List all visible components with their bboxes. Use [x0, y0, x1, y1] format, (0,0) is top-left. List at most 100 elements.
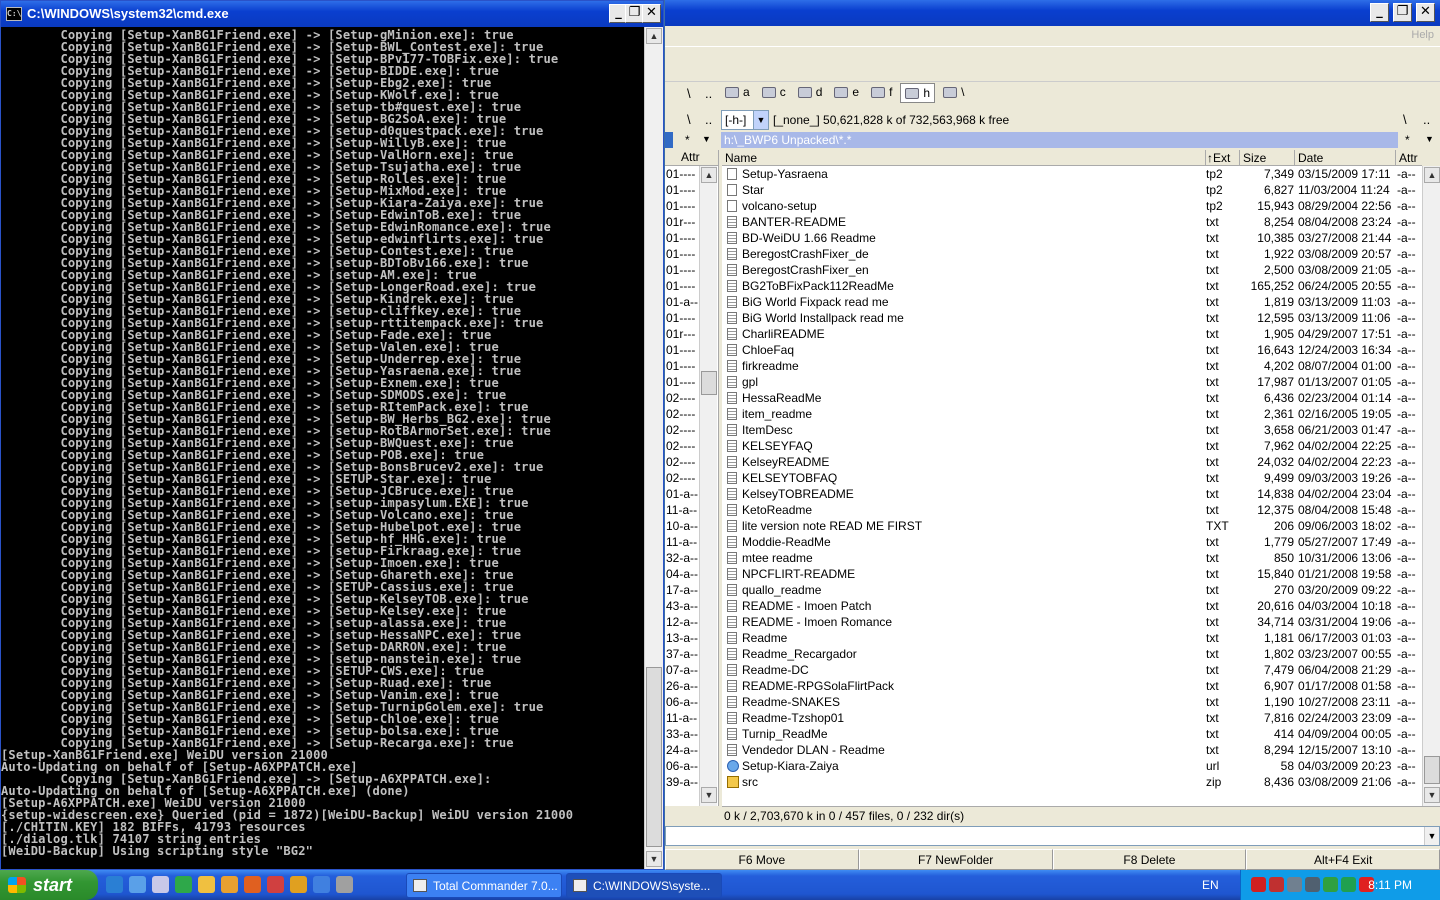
security-icon[interactable]	[1251, 877, 1266, 892]
file-row[interactable]: Readme-DC txt 7,479 06/04/2008 21:29 -a--	[722, 662, 1422, 678]
file-row[interactable]: KelseyTOBREADME txt 14,838 04/02/2004 23:04…	[722, 486, 1422, 502]
network-icon[interactable]	[1287, 877, 1302, 892]
cmd-scrollbar[interactable]: ▲ ▼	[644, 27, 663, 869]
drive-button-e[interactable]: e	[830, 83, 863, 103]
tc-maximize-button[interactable]: ❐	[1393, 3, 1412, 22]
file-row[interactable]: volcano-setup tp2 15,943 08/29/2004 22:56 -a…	[722, 198, 1422, 214]
drive-button-h[interactable]: h	[900, 83, 936, 103]
scroll-up-arrow-icon[interactable]: ▲	[701, 167, 717, 183]
fkey-button[interactable]: Alt+F4 Exit	[1246, 849, 1440, 870]
file-row[interactable]: Readme-SNAKES txt 1,190 10/27/2008 23:11 -a-…	[722, 694, 1422, 710]
file-row[interactable]: ItemDesc txt 3,658 06/21/2003 01:47 -a--	[722, 422, 1422, 438]
media-icon[interactable]	[267, 876, 284, 893]
left-filter-star[interactable]: *	[685, 133, 690, 147]
file-row[interactable]: Readme txt 1,181 06/17/2003 01:03 -a--	[722, 630, 1422, 646]
scroll-up-arrow-icon[interactable]: ▲	[1424, 167, 1440, 183]
file-row[interactable]: Moddie-ReadMe txt 1,779 05/27/2007 17:49 -a-…	[722, 534, 1422, 550]
file-row[interactable]: Star tp2 6,827 11/03/2004 11:24 -a--	[722, 182, 1422, 198]
fkey-button[interactable]: F6 Move	[665, 849, 859, 870]
file-row[interactable]: README - Imoen Romance txt 34,714 03/31/200…	[722, 614, 1422, 630]
file-row[interactable]: quallo_readme txt 270 03/20/2009 09:22 -a--	[722, 582, 1422, 598]
tc-minimize-button[interactable]: _	[1370, 3, 1389, 22]
file-row[interactable]: Setup-Yasraena tp2 7,349 03/15/2009 17:11 -a…	[722, 166, 1422, 182]
file-row[interactable]: KELSEYTOBFAQ txt 9,499 09/03/2003 19:26 -a--	[722, 470, 1422, 486]
chrome-icon[interactable]	[290, 876, 307, 893]
shield-icon[interactable]	[1341, 877, 1356, 892]
file-row[interactable]: BeregostCrashFixer_de txt 1,922 03/08/2009 …	[722, 246, 1422, 262]
file-row[interactable]: Readme_Recargador txt 1,802 03/23/2007 00:5…	[722, 646, 1422, 662]
command-line-input[interactable]: ▼	[665, 826, 1440, 846]
right-up-button[interactable]: ..	[1423, 112, 1430, 127]
file-row[interactable]: mtee readme txt 850 10/31/2006 13:06 -a--	[722, 550, 1422, 566]
col-name[interactable]: Name	[725, 151, 757, 165]
app-icon[interactable]	[175, 876, 192, 893]
file-row[interactable]: HessaReadMe txt 6,436 02/23/2004 01:14 -a--	[722, 390, 1422, 406]
file-row[interactable]: src zip 8,436 03/08/2009 21:06 -a--	[722, 774, 1422, 790]
col-ext[interactable]: ↑Ext	[1207, 151, 1230, 165]
fkey-button[interactable]: F8 Delete	[1052, 849, 1247, 870]
left-scrollbar[interactable]: ▲ ▼	[699, 166, 717, 806]
scroll-down-arrow-icon[interactable]: ▼	[1424, 787, 1440, 803]
taskbar-task-button[interactable]: Total Commander 7.0...	[406, 873, 562, 898]
taskbar-task-button[interactable]: C:\WINDOWS\syste...	[566, 873, 722, 898]
file-row[interactable]: CharliREADME txt 1,905 04/29/2007 17:51 -a--	[722, 326, 1422, 342]
scroll-down-arrow-icon[interactable]: ▼	[701, 787, 717, 803]
file-row[interactable]: KetoReadme txt 12,375 08/04/2008 15:48 -a--	[722, 502, 1422, 518]
col-attr[interactable]: Attr	[1399, 151, 1418, 165]
current-path[interactable]: h:\_BWP6 Unpacked\*.*	[721, 132, 1398, 148]
file-row[interactable]: Setup-Kiara-Zaiya url 58 04/03/2009 20:23 -a…	[722, 758, 1422, 774]
file-row[interactable]: Vendedor DLAN - Readme txt 8,294 12/15/2007…	[722, 742, 1422, 758]
drive-button-c[interactable]: c	[758, 83, 790, 103]
col-size[interactable]: Size	[1243, 151, 1266, 165]
tc-titlebar[interactable]: _ ❐ ✕	[665, 0, 1440, 26]
right-root-button[interactable]: \	[1403, 112, 1407, 127]
parent-dir-button[interactable]: ..	[705, 86, 712, 101]
explorer-icon[interactable]	[129, 876, 146, 893]
scroll-thumb[interactable]	[701, 371, 717, 395]
file-row[interactable]: Turnip_ReadMe txt 414 04/09/2004 00:05 -a--	[722, 726, 1422, 742]
menu-help[interactable]: Help	[1411, 29, 1434, 41]
file-row[interactable]: README - Imoen Patch txt 20,616 04/03/2004 …	[722, 598, 1422, 614]
right-filter-star[interactable]: *	[1405, 133, 1410, 147]
file-row[interactable]: gpl txt 17,987 01/13/2007 01:05 -a--	[722, 374, 1422, 390]
file-row[interactable]: BiG World Fixpack read me txt 1,819 03/13/2…	[722, 294, 1422, 310]
file-row[interactable]: BeregostCrashFixer_en txt 2,500 03/08/2009 …	[722, 262, 1422, 278]
file-row[interactable]: KELSEYFAQ txt 7,962 04/02/2004 22:25 -a--	[722, 438, 1422, 454]
tool-icon[interactable]	[221, 876, 238, 893]
drive-button-a[interactable]: a	[721, 83, 754, 103]
file-row[interactable]: KelseyREADME txt 24,032 04/02/2004 22:23 -a-…	[722, 454, 1422, 470]
file-row[interactable]: BG2ToBFixPack112ReadMe txt 165,252 06/24/20…	[722, 278, 1422, 294]
drive-button-f[interactable]: f	[867, 83, 896, 103]
left-up-button[interactable]: ..	[705, 112, 712, 127]
drive-select[interactable]: [-h-] ▼	[721, 110, 769, 130]
left-attr-header[interactable]: Attr	[665, 150, 718, 166]
scroll-up-arrow-icon[interactable]: ▲	[646, 28, 662, 44]
volume-icon[interactable]	[1305, 877, 1320, 892]
file-row[interactable]: Readme-Tzshop01 txt 7,816 02/24/2003 23:09-…	[722, 710, 1422, 726]
file-row[interactable]: ChloeFaq txt 16,643 12/24/2003 16:34 -a--	[722, 342, 1422, 358]
antivirus-icon[interactable]	[1269, 877, 1284, 892]
scroll-thumb[interactable]	[1424, 756, 1440, 784]
file-row[interactable]: BiG World Installpack read me txt 12,595 03…	[722, 310, 1422, 326]
right-history-arrow-icon[interactable]: ▼	[1425, 134, 1434, 144]
printer-icon[interactable]	[152, 876, 169, 893]
cmd-titlebar[interactable]: C:\ C:\WINDOWS\system32\cmd.exe _ ❐ ✕	[1, 1, 663, 27]
file-row[interactable]: NPCFLIRT-README txt 15,840 01/21/2008 19:58…	[722, 566, 1422, 582]
firefox-icon[interactable]	[244, 876, 261, 893]
file-list-scrollbar[interactable]: ▲ ▼	[1422, 166, 1440, 806]
messenger-icon[interactable]	[313, 876, 330, 893]
update-icon[interactable]	[1323, 877, 1338, 892]
tc-close-button[interactable]: ✕	[1416, 3, 1435, 22]
chevron-down-icon[interactable]: ▼	[1424, 827, 1439, 845]
file-row[interactable]: README-RPGSolaFlirtPack txt 6,907 01/17/200…	[722, 678, 1422, 694]
file-row[interactable]: BD-WeiDU 1.66 Readme txt 10,385 03/27/2008 …	[722, 230, 1422, 246]
left-history-arrow-icon[interactable]: ▼	[702, 134, 711, 144]
col-date[interactable]: Date	[1298, 151, 1323, 165]
language-indicator[interactable]: EN	[1202, 878, 1219, 892]
fkey-button[interactable]: F7 NewFolder	[858, 849, 1053, 870]
scroll-thumb[interactable]	[646, 667, 662, 847]
scroll-down-arrow-icon[interactable]: ▼	[646, 851, 662, 867]
left-root-button[interactable]: \	[687, 112, 691, 127]
drive-button-\[interactable]: \	[939, 83, 968, 103]
drive-button-d[interactable]: d	[794, 83, 827, 103]
